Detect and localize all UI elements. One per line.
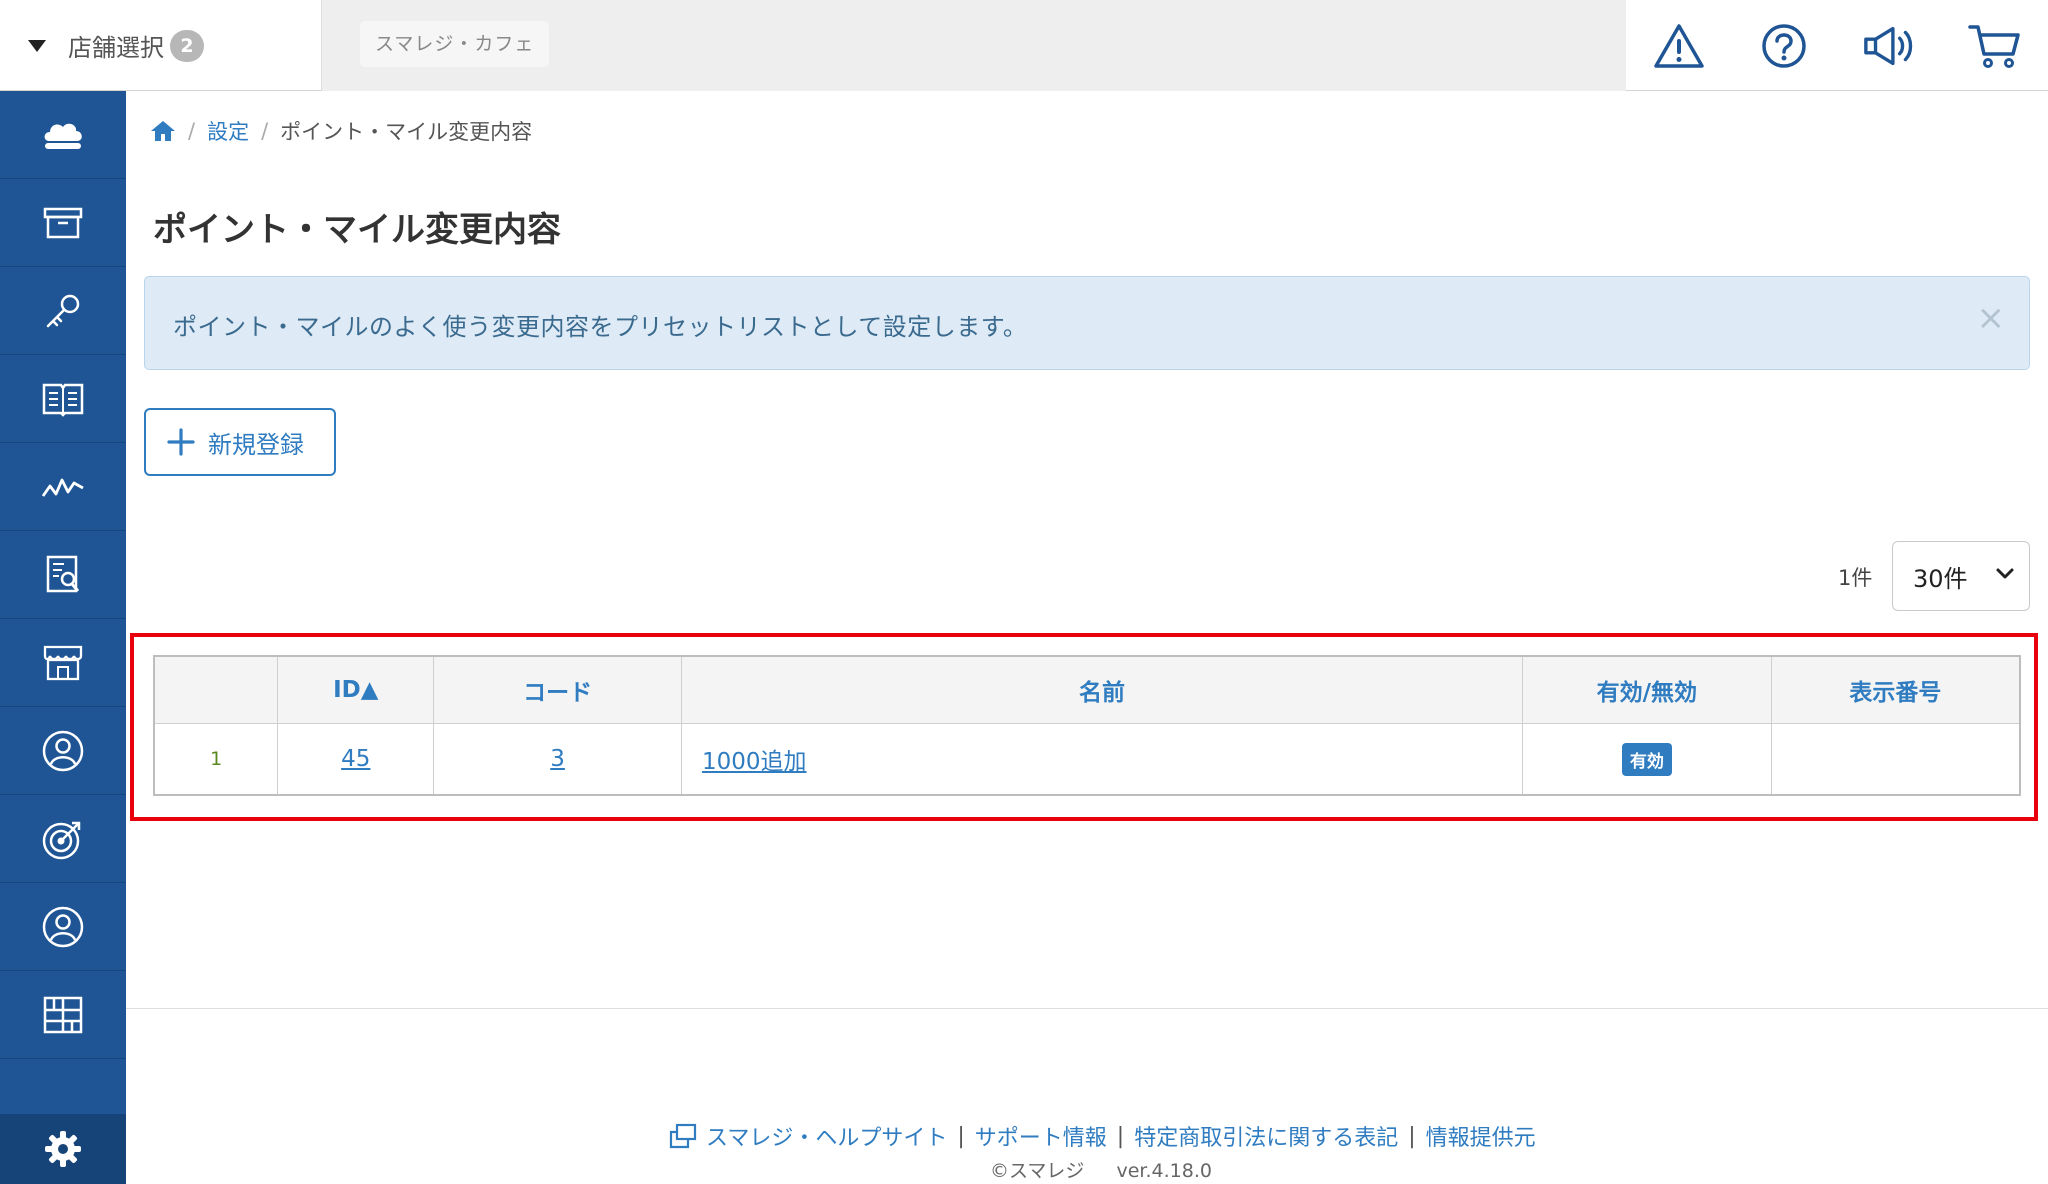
grid-icon [43,996,83,1033]
sidebar-item-analytics[interactable] [0,443,126,531]
version-text: ver.4.18.0 [1116,1160,1212,1182]
breadcrumb-separator: / [261,119,269,143]
col-display-no-sort[interactable]: 表示番号 [1770,655,2021,724]
col-rownum [153,655,279,724]
id-cell: 45 [277,723,435,796]
table-header-row: ID▲ コード 名前 有効/無効 表示番号 [153,655,2021,724]
id-link[interactable]: 45 [341,746,370,772]
help-icon[interactable] [1756,18,1812,74]
footer-separator: | [1408,1123,1416,1149]
col-name-sort[interactable]: 名前 [680,655,1524,724]
info-provider-link[interactable]: 情報提供元 [1426,1120,1536,1152]
legal-link[interactable]: 特定商取引法に関する表記 [1134,1120,1398,1152]
user-icon [42,906,84,947]
footer-separator: | [1116,1123,1125,1149]
store-select-label: 店舗選択 [68,34,164,62]
col-id-sort[interactable]: ID▲ [277,655,435,724]
info-alert: ポイント・マイルのよく使う変更内容をプリセットリストとして設定します。 × [144,276,2030,370]
table-row: 1 45 3 1000追加 有効 [153,723,2021,796]
row-number: 1 [153,723,279,796]
store-count-badge: 2 [170,29,204,62]
sidebar-item-cloud[interactable] [0,91,126,179]
sidebar-item-store[interactable] [0,619,126,707]
warning-icon[interactable] [1651,18,1707,74]
breadcrumb-current: ポイント・マイル変更内容 [280,120,533,144]
archive-box-icon [43,207,83,238]
breadcrumb-separator: / [188,119,196,143]
sidebar-item-target[interactable] [0,795,126,883]
per-page-select[interactable]: 30件 [1892,541,2030,611]
chevron-down-icon [1996,568,2014,579]
display-no-cell [1770,723,2021,796]
help-site-link[interactable]: スマレジ・ヘルプサイト [706,1120,947,1152]
breadcrumb: / 設定 / ポイント・マイル変更内容 [150,116,532,146]
col-status-sort[interactable]: 有効/無効 [1522,655,1772,724]
status-badge: 有効 [1621,742,1672,776]
new-register-label: 新規登録 [208,430,304,459]
new-register-button[interactable]: 新規登録 [144,408,336,476]
home-icon[interactable] [150,119,176,143]
customer-icon [42,730,84,771]
copyright-text: ©スマレジ [990,1160,1085,1182]
header-icons [1626,0,2048,91]
sidebar-item-key[interactable] [0,267,126,355]
store-icon [43,645,83,680]
sidebar-item-customer[interactable] [0,707,126,795]
support-link[interactable]: サポート情報 [975,1120,1107,1152]
status-cell: 有効 [1522,723,1772,796]
target-icon [42,821,81,859]
name-cell: 1000追加 [680,723,1524,796]
col-code-sort[interactable]: コード [433,655,682,724]
chart-line-icon [41,478,84,497]
settings-gear-button[interactable] [0,1114,126,1184]
footer-links: スマレジ・ヘルプサイト | サポート情報 | 特定商取引法に関する表記 | 情報… [668,1120,1536,1152]
copyright: ©スマレジ ver.4.18.0 [990,1156,1212,1183]
breadcrumb-settings-link[interactable]: 設定 [207,116,249,146]
footer-divider [126,1008,2048,1009]
per-page-value: 30件 [1913,564,1968,593]
code-cell: 3 [433,723,682,796]
store-chip[interactable]: スマレジ・カフェ [360,21,550,67]
caret-down-icon [28,39,46,52]
report-icon [46,555,80,592]
store-select-dropdown[interactable]: 店舗選択 2 [0,0,322,91]
sidebar-item-book[interactable] [0,355,126,443]
cart-icon[interactable] [1967,18,2023,74]
footer-separator: | [957,1123,965,1149]
sidebar-item-grid[interactable] [0,971,126,1059]
alert-close-button[interactable]: × [1977,301,2006,335]
name-link[interactable]: 1000追加 [702,749,807,775]
top-bar: 店舗選択 2 スマレジ・カフェ [0,0,2048,91]
preset-table: ID▲ コード 名前 有効/無効 表示番号 1 45 3 1000追加 有効 [153,655,2021,796]
sidebar-item-report[interactable] [0,531,126,619]
sidebar-item-user[interactable] [0,883,126,971]
plus-icon [167,428,195,456]
megaphone-icon[interactable] [1862,18,1918,74]
sidebar-item-archive[interactable] [0,179,126,267]
external-window-icon [669,1123,697,1149]
result-count: 1件 [1838,566,1873,590]
page-title: ポイント・マイル変更内容 [153,210,561,250]
cloud-icon [44,123,82,149]
key-icon [46,294,80,327]
book-icon [42,383,84,417]
sidebar [0,91,126,1184]
gear-icon [45,1131,81,1167]
alert-text: ポイント・マイルのよく使う変更内容をプリセットリストとして設定します。 [173,313,1028,341]
code-link[interactable]: 3 [550,746,565,772]
